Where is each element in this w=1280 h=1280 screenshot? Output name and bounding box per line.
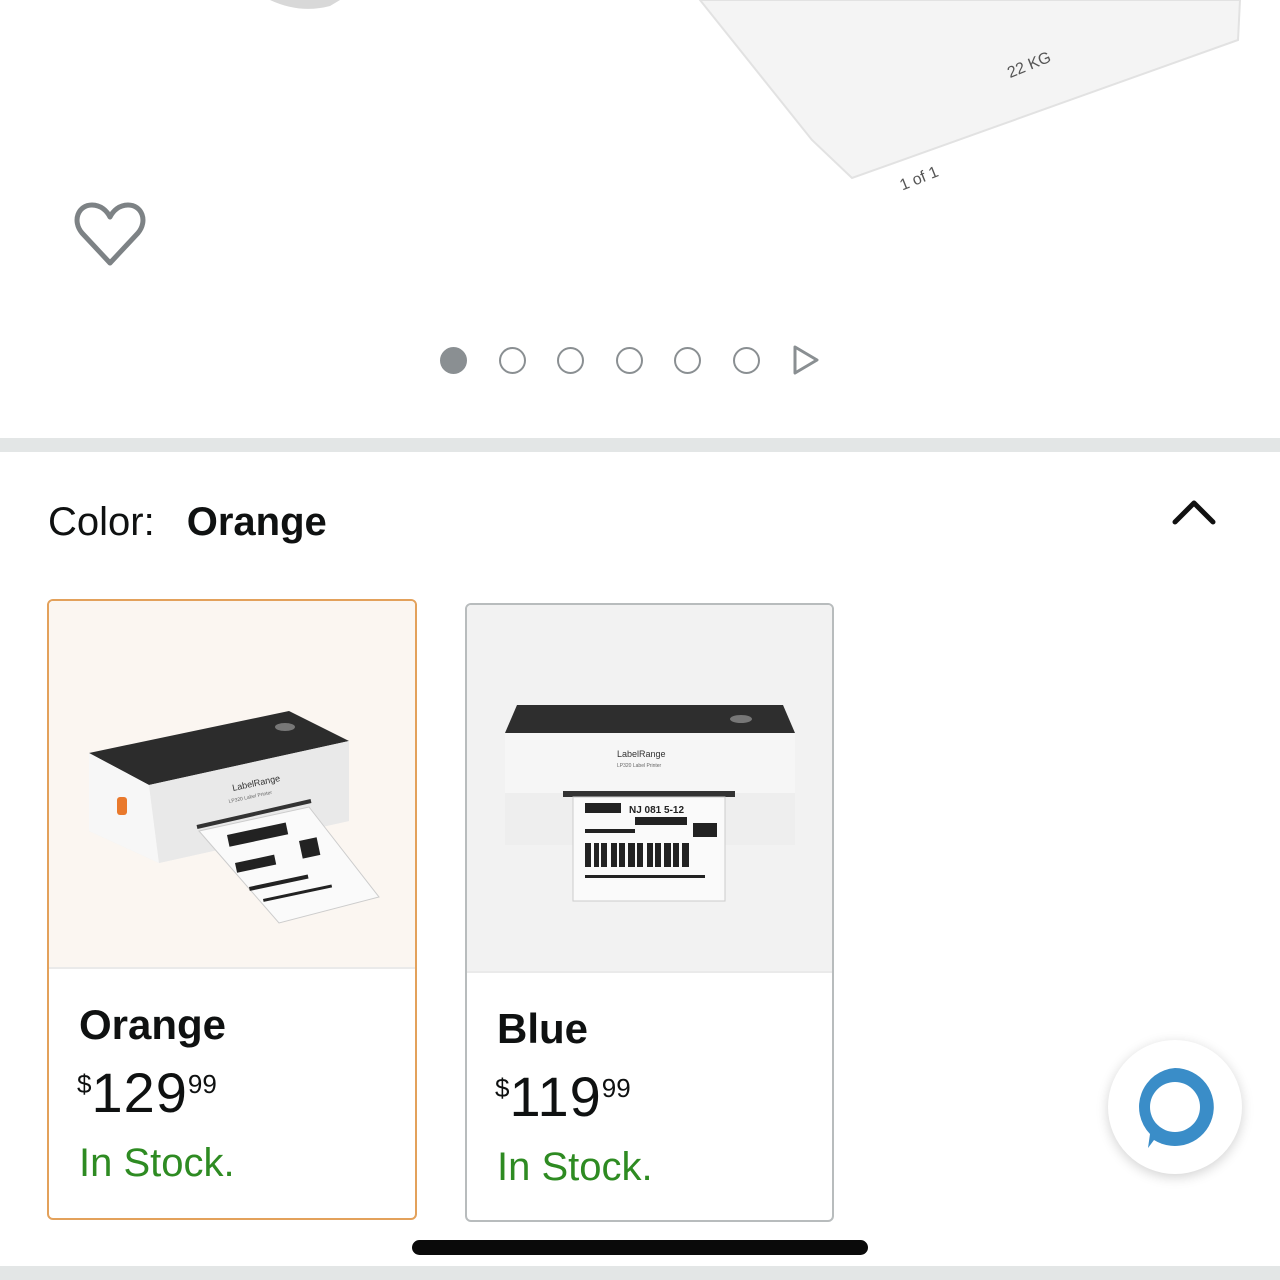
swatch-divider bbox=[467, 971, 832, 973]
price-symbol: $ bbox=[495, 1073, 510, 1103]
color-option-orange[interactable]: LabelRange LP320 Label Printer Orange $ … bbox=[47, 599, 417, 1220]
carousel-next-button[interactable] bbox=[791, 344, 821, 376]
printer-image-blue: LabelRange LP320 Label Printer NJ 081 5-… bbox=[467, 605, 832, 971]
carousel-pagination bbox=[440, 340, 821, 380]
carousel-dot-2[interactable] bbox=[498, 346, 526, 374]
collapse-color-section-button[interactable] bbox=[1164, 486, 1224, 536]
stock-status: In Stock. bbox=[497, 1145, 653, 1189]
section-divider bbox=[0, 438, 1280, 452]
add-to-wishlist-button[interactable] bbox=[70, 196, 150, 272]
color-label: Color: bbox=[48, 499, 155, 544]
price-symbol: $ bbox=[77, 1069, 92, 1099]
color-option-name: Orange bbox=[79, 1001, 227, 1048]
stock-status: In Stock. bbox=[79, 1141, 235, 1185]
printer-image-orange: LabelRange LP320 Label Printer bbox=[49, 601, 415, 967]
price-whole: 119 bbox=[509, 1065, 602, 1128]
play-triangle-icon bbox=[793, 345, 819, 375]
price-fraction: 99 bbox=[187, 1069, 217, 1099]
carousel-dot-6[interactable] bbox=[732, 346, 760, 374]
label-text-blue: NJ 081 5-12 bbox=[629, 805, 684, 816]
carousel-dot-4[interactable] bbox=[615, 346, 643, 374]
heart-outline-icon bbox=[74, 202, 146, 266]
alexa-voice-button[interactable] bbox=[1108, 1040, 1242, 1174]
swatch-divider bbox=[49, 967, 415, 969]
product-image-carousel[interactable]: 22 KG 1 of 1 bbox=[0, 0, 1280, 438]
chevron-up-icon bbox=[1172, 500, 1216, 525]
carousel-dot-3[interactable] bbox=[557, 346, 584, 374]
color-selector-header: Color: Orange bbox=[48, 494, 327, 550]
color-option-name: Blue bbox=[497, 1005, 589, 1052]
carousel-dot-5[interactable] bbox=[674, 346, 701, 374]
color-option-price: $ 129 99 bbox=[77, 1061, 217, 1125]
selected-color-value: Orange bbox=[186, 499, 327, 544]
product-image-label-sheet: 22 KG 1 of 1 bbox=[270, 0, 1242, 195]
price-fraction: 99 bbox=[601, 1073, 631, 1103]
home-indicator[interactable] bbox=[412, 1240, 868, 1255]
label-sheet-page: 1 of 1 bbox=[897, 164, 941, 195]
printer-brand-blue: LabelRange bbox=[617, 749, 666, 759]
section-divider-bottom bbox=[0, 1266, 1280, 1280]
alexa-ring-icon bbox=[1139, 1068, 1214, 1148]
printer-model-blue: LP320 Label Printer bbox=[617, 763, 662, 769]
color-option-price: $ 119 99 bbox=[495, 1065, 631, 1129]
color-option-blue[interactable]: LabelRange LP320 Label Printer NJ 081 5-… bbox=[465, 603, 834, 1222]
carousel-dot-1[interactable] bbox=[440, 346, 467, 374]
price-whole: 129 bbox=[91, 1061, 188, 1124]
